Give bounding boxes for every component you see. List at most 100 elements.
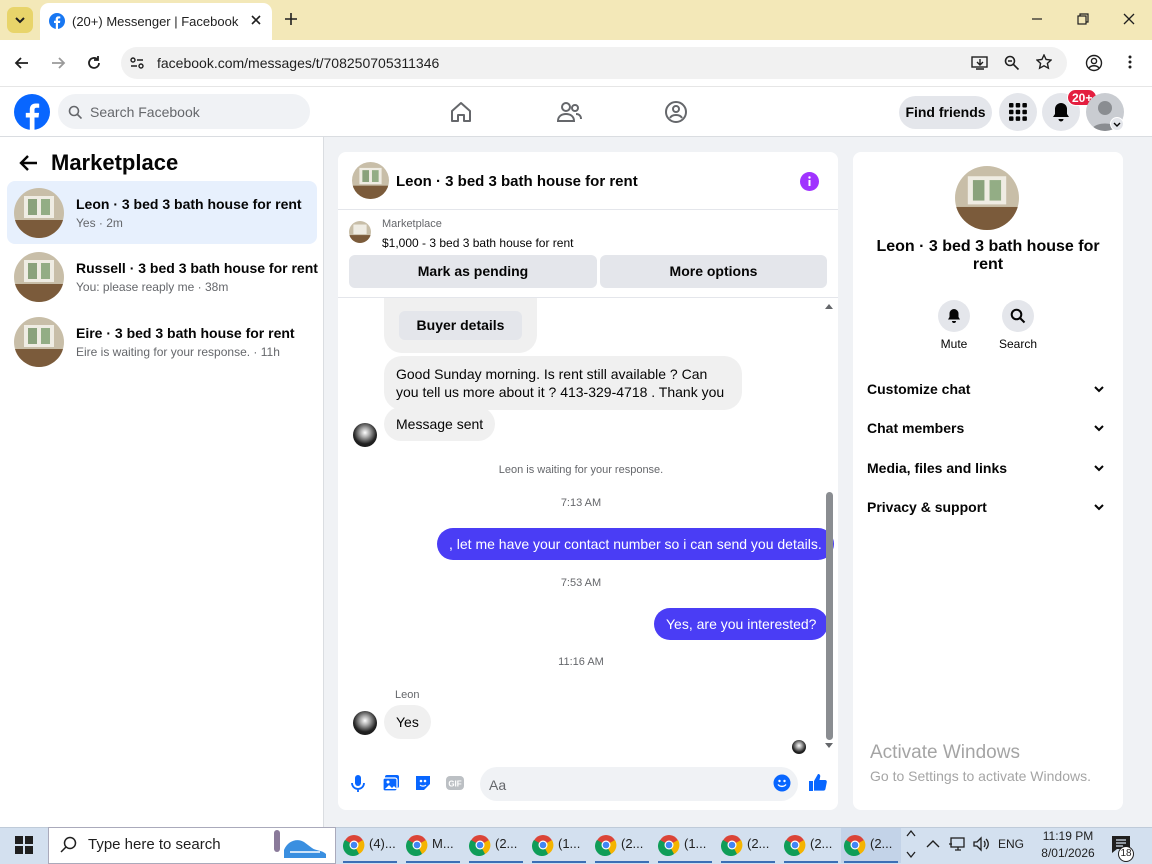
photo-icon[interactable] — [382, 774, 400, 792]
sender-avatar — [353, 711, 377, 735]
install-app-icon[interactable] — [971, 55, 989, 71]
sticker-icon[interactable] — [414, 774, 432, 792]
scrollbar-thumb[interactable] — [826, 492, 833, 740]
groups-icon[interactable] — [664, 100, 688, 124]
message-input[interactable] — [480, 767, 798, 801]
taskbar-chrome-app[interactable]: (1... — [655, 828, 715, 863]
bell-icon — [948, 309, 960, 323]
buyer-details-button[interactable]: Buyer details — [399, 311, 522, 340]
find-friends-button[interactable]: Find friends — [899, 96, 992, 129]
close-tab-icon[interactable] — [249, 13, 263, 27]
privacy-support-row[interactable]: Privacy & support — [867, 499, 1111, 515]
listing-thumbnail — [349, 221, 371, 243]
site-info-icon[interactable] — [129, 55, 145, 71]
row-label: Media, files and links — [867, 460, 1008, 476]
bell-icon — [1053, 103, 1069, 122]
taskbar-app-label: (2... — [495, 836, 518, 851]
conversation-name: Russell · 3 bed 3 bath house for rent — [76, 260, 318, 276]
browser-menu-icon[interactable] — [1127, 54, 1133, 70]
taskbar-app-label: M... — [432, 836, 454, 851]
facebook-logo-icon[interactable] — [14, 94, 50, 130]
url-text[interactable]: facebook.com/messages/t/708250705311346 — [157, 55, 439, 71]
chat-title[interactable]: Leon · 3 bed 3 bath house for rent — [396, 173, 638, 190]
close-window-icon[interactable] — [1122, 12, 1136, 26]
chrome-icon — [469, 834, 491, 856]
scroll-up-arrow-icon[interactable] — [824, 302, 834, 310]
taskbar-chrome-app[interactable]: (2... — [592, 828, 652, 863]
row-label: Customize chat — [867, 381, 971, 397]
search-in-chat-button[interactable] — [1002, 300, 1034, 332]
gif-icon[interactable]: GIF — [445, 775, 465, 791]
search-placeholder: Search Facebook — [90, 104, 200, 120]
zoom-icon[interactable] — [1004, 55, 1020, 71]
chevron-down-icon — [1093, 462, 1105, 474]
volume-icon[interactable] — [972, 836, 990, 852]
browser-tab[interactable]: (20+) Messenger | Facebook — [40, 3, 272, 40]
menu-grid-button[interactable] — [999, 93, 1037, 131]
svg-text:GIF: GIF — [448, 780, 461, 789]
taskbar-scroll-up-icon[interactable] — [906, 829, 916, 837]
search-icon — [1010, 308, 1026, 324]
conversation-name: Eire · 3 bed 3 bath house for rent — [76, 325, 295, 341]
system-clock[interactable]: 11:19 PM 8/01/2026 — [1033, 828, 1103, 862]
seen-avatar — [792, 740, 806, 754]
timestamp: 7:53 AM — [560, 577, 602, 589]
chrome-icon — [844, 834, 866, 856]
incoming-message: Yes — [384, 705, 431, 739]
taskbar-active-indicator — [658, 861, 712, 863]
taskbar-chrome-app[interactable]: (2... — [718, 828, 778, 863]
chevron-down-icon — [15, 17, 25, 24]
media-files-links-row[interactable]: Media, files and links — [867, 460, 1111, 476]
mark-as-pending-button[interactable]: Mark as pending — [349, 255, 597, 288]
chrome-icon — [595, 834, 617, 856]
microphone-icon[interactable] — [350, 774, 366, 792]
back-arrow-icon[interactable] — [14, 55, 30, 71]
mute-button[interactable] — [938, 300, 970, 332]
conversation-item[interactable]: Leon · 3 bed 3 bath house for rent Yes ·… — [7, 181, 317, 244]
reload-icon[interactable] — [86, 55, 102, 71]
taskbar-chrome-app[interactable]: (1... — [529, 828, 589, 863]
shoes-icon — [268, 828, 334, 862]
back-arrow-icon[interactable] — [19, 154, 39, 172]
windows-start-icon[interactable] — [15, 836, 33, 854]
chat-members-row[interactable]: Chat members — [867, 420, 1111, 436]
minimize-icon[interactable] — [1030, 12, 1044, 26]
network-icon[interactable] — [948, 836, 966, 852]
thumbs-up-icon[interactable] — [808, 772, 828, 792]
account-chevron-icon[interactable] — [1110, 117, 1124, 131]
scroll-down-arrow-icon[interactable] — [824, 742, 834, 750]
sender-name: Leon — [395, 689, 420, 701]
info-icon[interactable] — [800, 172, 819, 191]
chrome-icon — [343, 834, 365, 856]
listing-price[interactable]: $1,000 - 3 bed 3 bath house for rent — [382, 236, 573, 250]
taskbar-app-label: (2... — [810, 836, 833, 851]
timestamp: 7:13 AM — [560, 497, 602, 509]
restore-icon[interactable] — [1076, 12, 1090, 26]
customize-chat-row[interactable]: Customize chat — [867, 381, 1111, 397]
taskbar-chrome-app[interactable]: (2... — [781, 828, 841, 863]
friends-icon[interactable] — [556, 100, 582, 124]
conversation-item[interactable]: Eire · 3 bed 3 bath house for rent Eire … — [7, 310, 317, 373]
taskbar-chrome-app[interactable]: (4)... — [340, 828, 400, 863]
tab-title: (20+) Messenger | Facebook — [72, 14, 239, 29]
profile-icon[interactable] — [1085, 54, 1103, 72]
watermark-line-1: Activate Windows — [870, 742, 1020, 763]
tab-search-button[interactable] — [7, 7, 33, 33]
bookmark-star-icon[interactable] — [1036, 54, 1052, 70]
home-icon[interactable] — [449, 100, 473, 124]
taskbar-search-placeholder: Type here to search — [88, 836, 221, 853]
forward-arrow-icon[interactable] — [50, 55, 66, 71]
show-hidden-icons-icon[interactable] — [926, 839, 940, 849]
more-options-button[interactable]: More options — [600, 255, 827, 288]
taskbar-chrome-app[interactable]: (2... — [841, 828, 901, 863]
emoji-icon[interactable] — [773, 774, 791, 792]
search-icon — [60, 836, 78, 854]
taskbar-active-indicator — [784, 861, 838, 863]
language-indicator[interactable]: ENG — [998, 837, 1024, 851]
taskbar-chrome-app[interactable]: (2... — [466, 828, 526, 863]
taskbar-scroll-down-icon[interactable] — [906, 851, 916, 859]
conversation-item[interactable]: Russell · 3 bed 3 bath house for rent Yo… — [7, 245, 318, 308]
new-tab-icon[interactable] — [283, 11, 299, 27]
chat-thumbnail[interactable] — [352, 162, 389, 199]
taskbar-chrome-app[interactable]: M... — [403, 828, 463, 863]
